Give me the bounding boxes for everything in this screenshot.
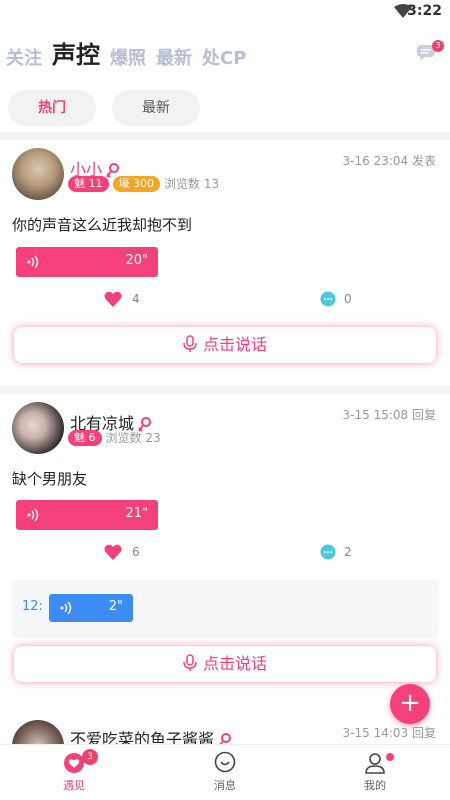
tab-voice[interactable]: 声控 (52, 35, 100, 70)
view-count: 浏览数 13 (164, 177, 220, 191)
action-row: 4 0 (0, 291, 450, 313)
action-row: 6 2 (0, 544, 450, 566)
wealth-tag: 壕 300 (112, 175, 160, 192)
subtab-latest[interactable]: 最新 (112, 90, 200, 126)
voice-duration: 21" (125, 506, 148, 521)
view-count: 浏览数 23 (105, 431, 161, 445)
female-icon (218, 732, 232, 744)
sound-wave-icon (27, 508, 39, 522)
voice-duration: 20" (125, 253, 148, 268)
post-time: 3-15 14:03 回复 (342, 726, 436, 740)
user-icon (365, 753, 385, 774)
meet-badge: 3 (82, 749, 98, 765)
nav-messages-label: 消息 (214, 779, 236, 792)
like-count: 6 (132, 545, 140, 559)
tab-photo[interactable]: 爆照 (110, 44, 146, 70)
voice-message[interactable]: 21" (16, 500, 158, 530)
microphone-icon (183, 335, 197, 352)
subtab-hot[interactable]: 热门 (8, 90, 96, 126)
post-content: 缺个男朋友 (12, 470, 88, 488)
status-time: 3:22 (407, 3, 442, 19)
post-time: 3-15 15:08 回复 (342, 408, 436, 422)
heart-icon (104, 544, 122, 560)
avatar[interactable] (12, 148, 64, 200)
tap-to-speak-button[interactable]: 点击说话 (14, 327, 436, 363)
message-bubble-icon (214, 751, 236, 773)
avatar[interactable] (12, 402, 64, 454)
comment-icon (320, 544, 336, 560)
divider (0, 386, 450, 394)
nav-profile-label: 我的 (364, 779, 386, 792)
divider (0, 132, 450, 140)
messages-button[interactable]: 3 (416, 40, 444, 62)
charm-tag: 魅 6 (68, 429, 102, 446)
bottom-nav: 3 遇见 消息 我的 (0, 744, 450, 800)
nav-messages[interactable]: 消息 (185, 751, 265, 793)
reply-number: 12: (22, 599, 43, 614)
nav-meet-label: 遇见 (63, 779, 85, 792)
user-meta: 魅 11 壕 300 浏览数 13 (68, 175, 219, 192)
tab-latest[interactable]: 最新 (156, 44, 192, 70)
post-time: 3-16 23:04 发表 (342, 154, 436, 168)
user-meta: 魅 6 浏览数 23 (68, 429, 161, 446)
profile-dot (386, 753, 394, 761)
reply-item: 12: 2" (12, 580, 438, 638)
voice-message[interactable]: 20" (16, 247, 158, 277)
comment-button[interactable]: 0 (320, 291, 352, 307)
reply-voice-message[interactable]: 2" (49, 594, 133, 622)
post-card: 不爱吃菜的鱼子酱酱 3-15 14:03 回复 (0, 712, 450, 744)
tap-to-speak-button[interactable]: 点击说话 (14, 646, 436, 682)
sound-wave-icon (27, 255, 39, 269)
sub-tabs: 热门 最新 (8, 90, 200, 126)
sound-wave-icon (60, 601, 72, 615)
tab-cp[interactable]: 处CP (202, 44, 246, 70)
like-count: 4 (132, 292, 140, 306)
user-name-text: 不爱吃菜的鱼子酱酱 (70, 730, 215, 744)
avatar[interactable] (12, 720, 64, 744)
status-bar: 3:22 (0, 0, 450, 24)
message-badge: 3 (432, 40, 444, 52)
post-content: 你的声音这么近我却抱不到 (12, 216, 193, 234)
microphone-icon (183, 654, 197, 671)
nav-meet[interactable]: 3 遇见 (34, 749, 114, 793)
tap-to-speak-label: 点击说话 (202, 335, 267, 354)
user-name[interactable]: 不爱吃菜的鱼子酱酱 (70, 726, 232, 744)
like-button[interactable]: 4 (104, 291, 140, 307)
like-button[interactable]: 6 (104, 544, 140, 560)
comment-icon (320, 291, 336, 307)
comment-count: 2 (344, 545, 352, 559)
heart-icon (104, 291, 122, 307)
voice-duration: 2" (108, 599, 123, 614)
post-card: 小小 魅 11 壕 300 浏览数 13 3-16 23:04 发表 你的声音这… (0, 140, 450, 390)
comment-button[interactable]: 2 (320, 544, 352, 560)
post-card: 北有凉城 魅 6 浏览数 23 3-15 15:08 回复 缺个男朋友 21" … (0, 394, 450, 694)
tab-follow[interactable]: 关注 (6, 44, 42, 70)
nav-profile[interactable]: 我的 (335, 751, 415, 793)
charm-tag: 魅 11 (68, 175, 109, 192)
comment-count: 0 (344, 292, 352, 306)
add-post-button[interactable]: + (390, 684, 430, 724)
top-tab-bar: 关注 声控 爆照 最新 处CP (6, 36, 246, 70)
tap-to-speak-label: 点击说话 (202, 654, 267, 673)
